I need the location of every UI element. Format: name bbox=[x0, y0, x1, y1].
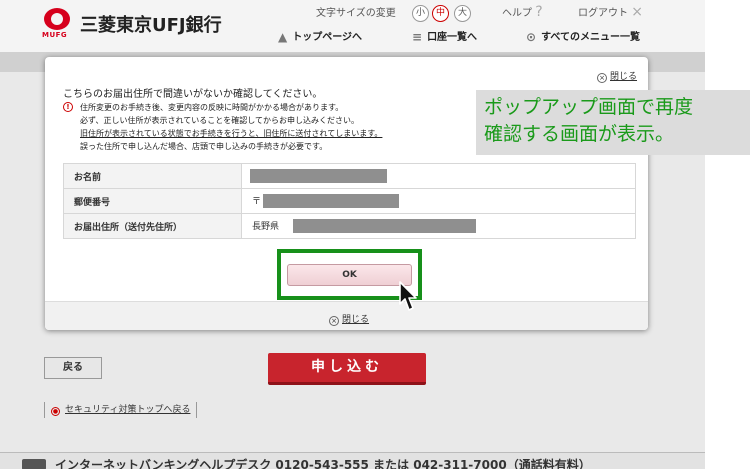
font-size-medium-button[interactable]: 中 bbox=[432, 5, 449, 22]
mouse-pointer-icon bbox=[399, 281, 417, 311]
footer-helpdesk: インターネットバンキングヘルプデスク 0120-543-555 または 042-… bbox=[0, 452, 705, 469]
redacted-postal-code bbox=[263, 194, 400, 209]
logo-text: MUFG bbox=[42, 31, 68, 39]
font-size-control: 文字サイズの変更 小 中 大 bbox=[316, 4, 471, 22]
notice-block: ! 住所変更のお手続き後、変更内容の反映に時間がかかる場合があります。 必ず、正… bbox=[63, 101, 483, 153]
modal-close-bottom-label: 閉じる bbox=[342, 315, 370, 325]
list-icon: ≡ bbox=[412, 30, 423, 44]
table-row: お届出住所（送付先住所） 長野県 bbox=[63, 213, 636, 239]
security-top-link[interactable]: ● セキュリティ対策トップへ戻る bbox=[44, 402, 198, 418]
warning-icon: ! bbox=[63, 102, 73, 112]
logout-link[interactable]: ログアウト × bbox=[578, 4, 643, 20]
apply-button[interactable]: 申し込む bbox=[268, 353, 426, 385]
nav-top-page-label: トップページへ bbox=[292, 32, 363, 43]
address-info-table: お名前 郵便番号 〒 お届出住所（送付先住所） 長野県 bbox=[63, 163, 636, 239]
nav-all-menu[interactable]: ⊙ すべてのメニュー一覧 bbox=[526, 28, 640, 44]
modal-heading: こちらのお届出住所で間違いがないか確認してください。 bbox=[63, 89, 323, 100]
phone-icon bbox=[22, 459, 46, 469]
postal-prefix: 〒 bbox=[252, 196, 262, 207]
table-row: 郵便番号 〒 bbox=[63, 188, 636, 214]
address-prefecture: 長野県 bbox=[252, 221, 280, 232]
close-icon: × bbox=[631, 4, 643, 20]
modal-close-label: 閉じる bbox=[610, 72, 638, 82]
address-label: お届出住所（送付先住所） bbox=[63, 213, 242, 239]
redacted-address bbox=[293, 219, 477, 234]
address-value: 長野県 bbox=[241, 213, 636, 239]
notice-line: 必ず、正しい住所が表示されていることを確認してからお申し込みください。 bbox=[80, 116, 359, 125]
name-value bbox=[241, 163, 636, 189]
table-row: お名前 bbox=[63, 163, 636, 189]
modal-close-top-link[interactable]: × 閉じる bbox=[597, 69, 637, 83]
close-icon: × bbox=[329, 316, 339, 326]
chevron-down-icon: ⊙ bbox=[526, 30, 537, 44]
font-size-large-button[interactable]: 大 bbox=[454, 5, 471, 22]
bullet-icon: ● bbox=[51, 407, 60, 416]
annotation-line: 確認する画面が表示。 bbox=[484, 123, 675, 145]
notice-line: 誤った住所で申し込んだ場合、店頭で申し込みの手続きが必要です。 bbox=[80, 142, 328, 151]
help-link[interactable]: ヘルプ ? bbox=[502, 4, 543, 20]
close-icon: × bbox=[597, 73, 607, 83]
postal-code-label: 郵便番号 bbox=[63, 188, 242, 214]
help-label: ヘルプ bbox=[502, 8, 532, 19]
helpdesk-text: インターネットバンキングヘルプデスク 0120-543-555 または 042-… bbox=[55, 458, 591, 469]
logout-label: ログアウト bbox=[578, 8, 628, 19]
redacted-name bbox=[250, 169, 387, 183]
bank-name: 三菱東京UFJ銀行 bbox=[80, 15, 222, 36]
notice-line: 住所変更のお手続き後、変更内容の反映に時間がかかる場合があります。 bbox=[80, 103, 344, 112]
logo-mark-icon bbox=[44, 8, 70, 30]
font-size-label: 文字サイズの変更 bbox=[316, 8, 396, 19]
mufg-logo[interactable]: MUFG bbox=[42, 8, 72, 39]
nav-accounts-label: 口座一覧へ bbox=[427, 32, 478, 43]
nav-accounts[interactable]: ≡ 口座一覧へ bbox=[412, 28, 477, 44]
font-size-small-button[interactable]: 小 bbox=[412, 5, 429, 22]
question-icon: ? bbox=[535, 4, 543, 20]
security-top-link-label: セキュリティ対策トップへ戻る bbox=[65, 405, 191, 415]
back-button[interactable]: 戻る bbox=[44, 357, 102, 379]
annotation-callout: ポップアップ画面で再度 確認する画面が表示。 bbox=[476, 90, 750, 155]
nav-top-page[interactable]: ▲ トップページへ bbox=[278, 28, 362, 44]
modal-footer: × 閉じる bbox=[45, 301, 648, 330]
home-icon: ▲ bbox=[278, 30, 288, 44]
notice-line-emphasis: 旧住所が表示されている状態でお手続きを行うと、旧住所に送付されてしまいます。 bbox=[80, 129, 383, 138]
name-label: お名前 bbox=[63, 163, 242, 189]
site-header: MUFG 三菱東京UFJ銀行 文字サイズの変更 小 中 大 ヘルプ ? ログアウ… bbox=[0, 0, 705, 52]
postal-code-value: 〒 bbox=[241, 188, 636, 214]
nav-all-menu-label: すべてのメニュー一覧 bbox=[541, 32, 640, 43]
annotation-line: ポップアップ画面で再度 bbox=[484, 96, 694, 118]
modal-close-bottom-link[interactable]: × 閉じる bbox=[329, 312, 369, 326]
